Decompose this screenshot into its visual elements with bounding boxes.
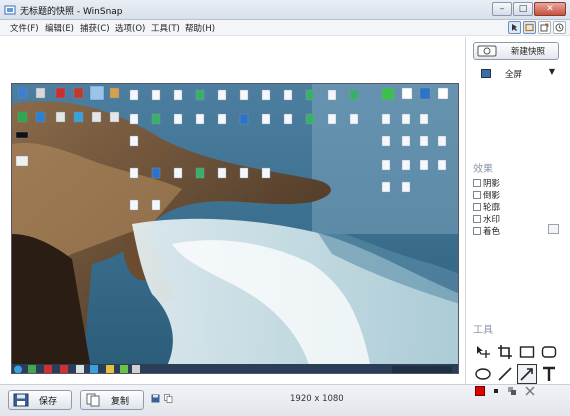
effects-title: 效果 (473, 164, 493, 175)
maximize-button[interactable]: □ (513, 2, 533, 16)
capture-mode-label: 全屏 (505, 70, 523, 80)
export-icon[interactable] (538, 21, 551, 34)
checkbox[interactable] (473, 203, 481, 211)
checkbox[interactable] (473, 179, 481, 187)
color-swatch-red[interactable] (473, 384, 487, 398)
checkbox[interactable] (473, 215, 481, 223)
fullscreen-icon (481, 69, 491, 78)
camera-icon (477, 45, 497, 57)
side-panel: 新建快照 全屏 ▼ 效果 阴影 倒影 轮廓 水印 着色 工具 (467, 37, 570, 396)
chevron-down-icon: ▼ (548, 67, 555, 76)
copy-button[interactable]: 复制 (80, 390, 144, 410)
preview-area (0, 37, 466, 384)
save-button-label: 保存 (39, 396, 58, 407)
pointer-icon[interactable] (508, 21, 521, 34)
effect-watermark[interactable]: 水印 (473, 213, 500, 225)
rounded-rectangle-icon[interactable] (539, 342, 559, 362)
menu-help[interactable]: 帮助(H) (185, 22, 215, 34)
winsnap-app-icon (4, 5, 16, 15)
size-dot-icon[interactable] (489, 384, 503, 398)
effect-tint[interactable]: 着色 (473, 225, 500, 237)
save-small-icon[interactable] (151, 394, 160, 403)
tools-title: 工具 (473, 325, 493, 336)
line-icon[interactable] (495, 364, 515, 384)
opacity-icon[interactable] (505, 384, 519, 398)
rectangle-icon[interactable] (517, 342, 537, 362)
new-snapshot-button[interactable]: 新建快照 (473, 42, 559, 60)
ellipse-icon[interactable] (473, 364, 493, 384)
menu-bar: 文件(F) 编辑(E) 捕获(C) 选项(O) 工具(T) 帮助(H) (0, 20, 570, 36)
image-dimensions: 1920 x 1080 (290, 394, 344, 404)
effect-shadow[interactable]: 阴影 (473, 177, 500, 189)
close-button[interactable]: ✕ (534, 2, 566, 16)
save-button[interactable]: 保存 (8, 390, 72, 410)
capture-mode-select[interactable]: 全屏 ▼ (481, 67, 567, 81)
menu-tools[interactable]: 工具(T) (151, 22, 180, 34)
effect-reflection[interactable]: 倒影 (473, 189, 500, 201)
desktop-wallpaper-image (12, 84, 458, 373)
minimize-button[interactable]: – (492, 2, 512, 16)
arrow-icon[interactable] (517, 364, 537, 384)
menu-capture[interactable]: 捕获(C) (80, 22, 110, 34)
copy-small-icon[interactable] (164, 394, 173, 403)
effect-outline[interactable]: 轮廓 (473, 201, 500, 213)
text-icon[interactable] (539, 364, 559, 384)
menu-file[interactable]: 文件(F) (10, 22, 39, 34)
timer-icon[interactable] (553, 21, 566, 34)
window-title: 无标题的快照 - WinSnap (20, 7, 123, 17)
copy-icon (86, 393, 100, 407)
effect-settings-icon[interactable] (548, 224, 559, 234)
title-bar: 无标题的快照 - WinSnap – □ ✕ (0, 0, 570, 20)
new-snapshot-label: 新建快照 (511, 47, 546, 57)
checkbox[interactable] (473, 227, 481, 235)
window-icon[interactable] (523, 21, 536, 34)
crop-icon[interactable] (495, 342, 515, 362)
checkbox[interactable] (473, 191, 481, 199)
copy-button-label: 复制 (111, 396, 130, 407)
menu-options[interactable]: 选项(O) (115, 22, 145, 34)
captured-screenshot[interactable] (11, 83, 459, 374)
delete-icon[interactable] (523, 384, 537, 398)
move-icon[interactable] (473, 342, 493, 362)
menu-edit[interactable]: 编辑(E) (45, 22, 74, 34)
floppy-icon (13, 393, 29, 407)
